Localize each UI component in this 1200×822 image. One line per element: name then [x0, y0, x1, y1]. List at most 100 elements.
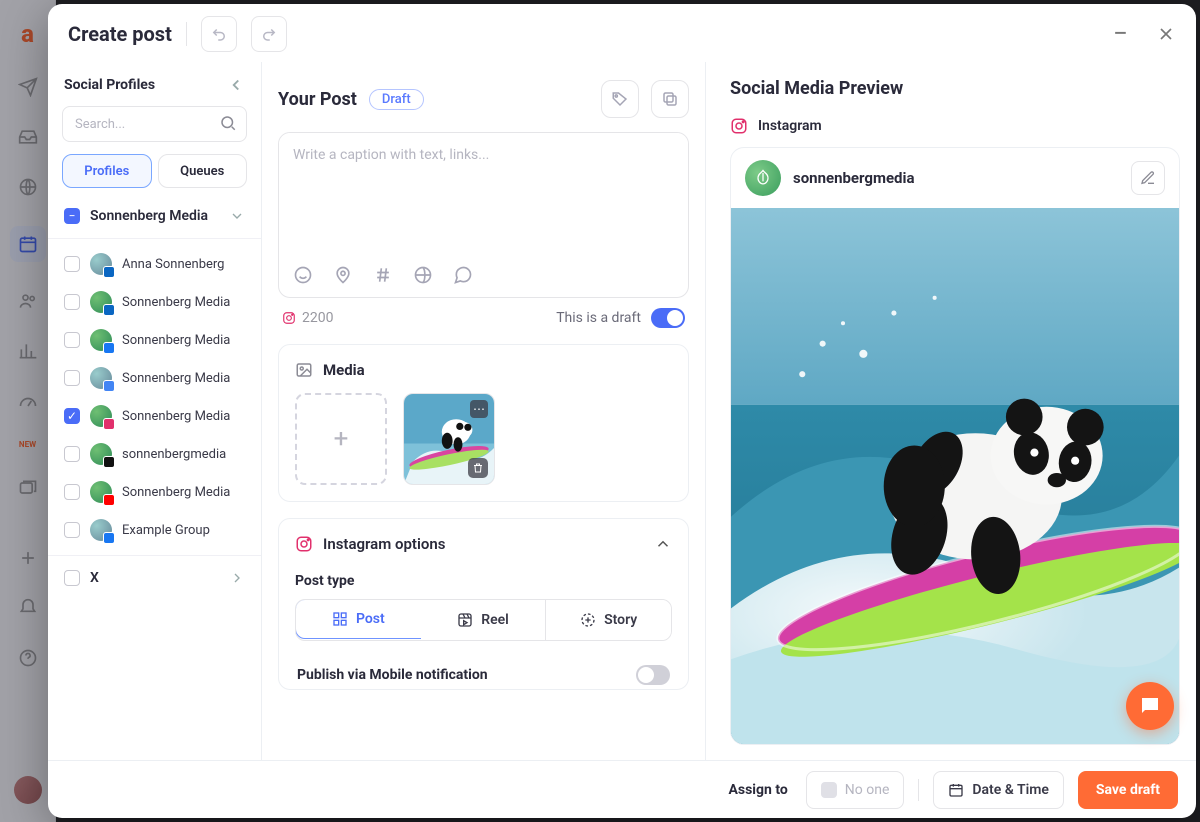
close-button[interactable] — [1156, 24, 1176, 44]
instagram-options-toggle[interactable]: Instagram options — [295, 535, 672, 553]
instagram-preview-card: sonnenbergmedia — [730, 147, 1180, 745]
ai-button[interactable] — [453, 265, 473, 285]
profile-checkbox[interactable] — [64, 294, 80, 310]
thumbnail-delete-button[interactable] — [468, 458, 488, 478]
profile-row[interactable]: Example Group — [48, 511, 261, 549]
profile-checkbox[interactable] — [64, 332, 80, 348]
chevron-up-icon — [654, 535, 672, 553]
profile-checkbox[interactable] — [64, 484, 80, 500]
chat-fab[interactable] — [1126, 682, 1174, 730]
undo-button[interactable] — [201, 16, 237, 52]
post-type-post[interactable]: Post — [295, 599, 422, 639]
network-badge — [103, 418, 115, 430]
image-icon — [295, 361, 313, 379]
profile-name: sonnenbergmedia — [122, 447, 226, 462]
preview-title: Social Media Preview — [730, 78, 1180, 99]
instagram-options-card: Instagram options Post type Post Reel St… — [278, 518, 689, 690]
profiles-sidebar: Social Profiles Profiles Queues − Sonnen… — [48, 62, 262, 760]
network-badge — [103, 456, 115, 468]
preview-username: sonnenbergmedia — [793, 169, 1119, 187]
profile-checkbox[interactable] — [64, 446, 80, 462]
instagram-icon — [730, 117, 748, 135]
profile-checkbox[interactable] — [64, 370, 80, 386]
draft-pill: Draft — [369, 89, 424, 110]
preview-network-label: Instagram — [758, 118, 822, 134]
network-badge — [103, 342, 115, 354]
caption-input[interactable] — [279, 133, 688, 253]
post-type-story[interactable]: Story — [546, 600, 671, 640]
media-thumbnail[interactable]: ⋯ — [403, 393, 495, 485]
post-type-reel[interactable]: Reel — [421, 600, 547, 640]
instagram-options-title: Instagram options — [323, 535, 445, 553]
instagram-icon — [295, 535, 313, 553]
profile-row[interactable]: Sonnenberg Media — [48, 473, 261, 511]
search-icon — [219, 114, 237, 132]
workspace-row[interactable]: − Sonnenberg Media — [48, 194, 261, 239]
profile-checkbox[interactable]: ✓ — [64, 408, 80, 424]
network-badge — [103, 532, 115, 544]
x-checkbox[interactable] — [64, 570, 80, 586]
profiles-list: Anna SonnenbergSonnenberg MediaSonnenber… — [48, 239, 261, 556]
hashtag-button[interactable] — [373, 265, 393, 285]
assign-to-button[interactable]: No one — [806, 771, 905, 809]
preview-image — [731, 208, 1179, 744]
post-type-label: Post type — [295, 573, 672, 589]
link-button[interactable] — [413, 265, 433, 285]
footer-divider — [918, 779, 919, 801]
workspace-checkbox[interactable]: − — [64, 208, 80, 224]
profile-row[interactable]: Sonnenberg Media — [48, 321, 261, 359]
profile-checkbox[interactable] — [64, 522, 80, 538]
emoji-button[interactable] — [293, 265, 313, 285]
draft-toggle[interactable] — [651, 308, 685, 328]
add-media-button[interactable]: + — [295, 393, 387, 485]
preview-panel: Social Media Preview Instagram sonnenber… — [706, 62, 1196, 760]
composer-title: Your Post — [278, 89, 357, 110]
composer-panel: Your Post Draft 2200 — [262, 62, 706, 760]
chevron-down-icon — [229, 208, 245, 224]
modal-title: Create post — [68, 22, 172, 46]
copy-button[interactable] — [651, 80, 689, 118]
modal-footer: Assign to No one Date & Time Save draft — [48, 760, 1196, 818]
tab-profiles[interactable]: Profiles — [62, 154, 152, 188]
profile-avatar — [90, 291, 112, 313]
save-draft-button[interactable]: Save draft — [1078, 771, 1178, 809]
profile-name: Sonnenberg Media — [122, 485, 230, 500]
profile-row[interactable]: Sonnenberg Media — [48, 359, 261, 397]
profile-avatar — [90, 481, 112, 503]
collapse-sidebar-button[interactable] — [227, 76, 245, 94]
profile-checkbox[interactable] — [64, 256, 80, 272]
network-badge — [103, 494, 115, 506]
mobile-publish-toggle[interactable] — [636, 665, 670, 685]
workspace-name: Sonnenberg Media — [90, 208, 219, 224]
date-time-button[interactable]: Date & Time — [933, 771, 1064, 809]
location-button[interactable] — [333, 265, 353, 285]
redo-button[interactable] — [251, 16, 287, 52]
profile-row[interactable]: ✓ Sonnenberg Media — [48, 397, 261, 435]
profile-avatar — [90, 443, 112, 465]
profile-row[interactable]: sonnenbergmedia — [48, 435, 261, 473]
modal-header: Create post − — [48, 4, 1196, 62]
create-post-modal: Create post − Social Profiles Profiles Q… — [48, 4, 1196, 818]
network-badge — [103, 380, 115, 392]
profile-name: Example Group — [122, 523, 210, 538]
header-divider — [186, 22, 187, 46]
network-badge — [103, 266, 115, 278]
profile-row[interactable]: Sonnenberg Media — [48, 283, 261, 321]
tags-button[interactable] — [601, 80, 639, 118]
preview-edit-button[interactable] — [1131, 161, 1165, 195]
char-count-value: 2200 — [302, 310, 333, 326]
profile-name: Sonnenberg Media — [122, 409, 230, 424]
profile-name: Anna Sonnenberg — [122, 257, 224, 272]
profile-row[interactable]: Anna Sonnenberg — [48, 245, 261, 283]
composer-toolbar — [279, 257, 688, 297]
profile-avatar — [90, 329, 112, 351]
instagram-icon — [282, 311, 296, 325]
thumbnail-more-button[interactable]: ⋯ — [470, 400, 488, 418]
chevron-right-icon — [229, 570, 245, 586]
x-platform-row[interactable]: X — [48, 556, 261, 600]
profile-avatar — [90, 253, 112, 275]
tab-queues[interactable]: Queues — [158, 154, 248, 188]
minimize-button[interactable]: − — [1113, 19, 1128, 49]
assign-label: Assign to — [729, 782, 788, 798]
sidebar-tabs: Profiles Queues — [48, 154, 261, 194]
